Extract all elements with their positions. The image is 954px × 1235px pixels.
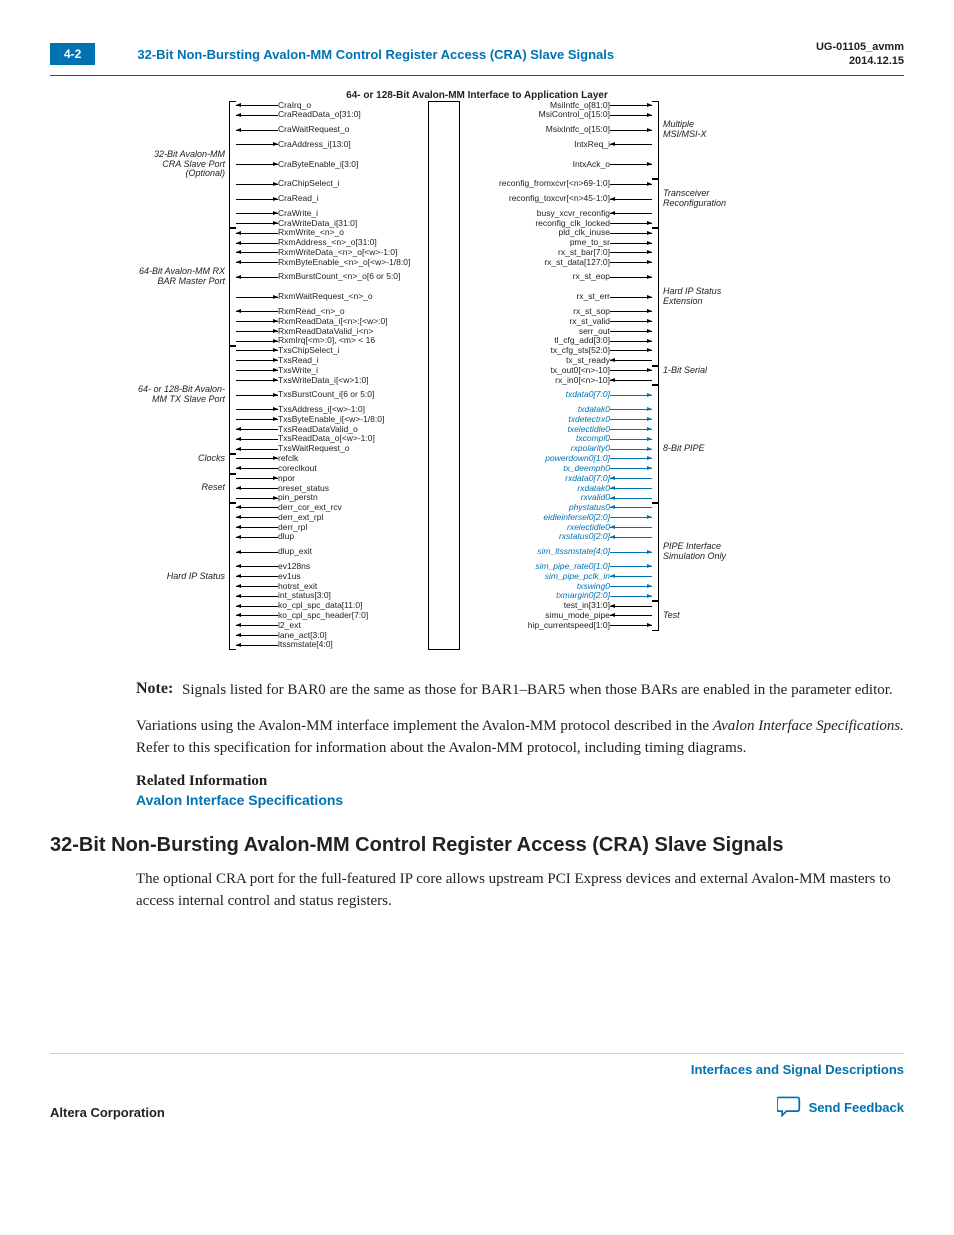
diagram-left-label: 64- or 128-Bit Avalon-MM TX Slave Port	[137, 385, 229, 405]
diagram-signal: CraWaitRequest_o	[278, 125, 428, 135]
diagram-signal: rx_in0[<n>-10]	[460, 376, 610, 386]
diagram-right-label: Multiple MSI/MSI-X	[659, 120, 733, 140]
diagram-signal: sim_ltssmstate[4:0]	[460, 547, 610, 557]
header-meta: UG-01105_avmm 2014.12.15	[816, 40, 904, 69]
diagram-signal: reconfig_fromxcvr[<n>69-1:0]	[460, 179, 610, 189]
diagram-left-label: 64-Bit Avalon-MM RX BAR Master Port	[137, 267, 229, 287]
diagram-right-label: 8-Bit PIPE	[659, 444, 733, 454]
diagram-signal: RxmWaitRequest_<n>_o	[278, 292, 428, 302]
diagram-right-label: PIPE Interface Simulation Only	[659, 542, 733, 562]
note-label: Note:	[136, 680, 182, 702]
paragraph-1: Variations using the Avalon-MM interface…	[136, 716, 904, 760]
diagram-signal: dlup	[278, 532, 428, 542]
header-title: 32-Bit Non-Bursting Avalon-MM Control Re…	[137, 47, 816, 62]
diagram-left-label: 32-Bit Avalon-MM CRA Slave Port (Optiona…	[137, 150, 229, 180]
para1-italic: Avalon Interface Specifications.	[713, 718, 904, 734]
page-footer: Altera Corporation Interfaces and Signal…	[50, 1053, 904, 1120]
feedback-label: Send Feedback	[809, 1100, 904, 1115]
diagram-right-label: Test	[659, 611, 733, 621]
diagram-signal: TxsWaitRequest_o	[278, 444, 428, 454]
diagram-signal: rxstatus0[2:0]	[460, 532, 610, 542]
diagram-left-label: Hard IP Status	[137, 572, 229, 582]
diagram-left-label: Clocks	[137, 454, 229, 464]
diagram-signal: dlup_exit	[278, 547, 428, 557]
diagram-signal: CraByteEnable_i[3:0]	[278, 160, 428, 170]
diagram-signal: rx_st_eop	[460, 272, 610, 282]
diagram-signal: rx_st_data[127:0]	[460, 258, 610, 268]
diagram-signal: TxsWriteData_i[<w>1:0]	[278, 376, 428, 386]
diagram-signal: RxmByteEnable_<n>_o[<w>-1/8:0]	[278, 258, 428, 268]
para1-b: Refer to this specification for informat…	[136, 740, 746, 756]
footer-company: Altera Corporation	[50, 1105, 165, 1120]
diagram-right-label: Hard IP Status Extension	[659, 287, 733, 307]
diagram-signal: derr_rpl	[278, 523, 428, 533]
page-header: 4-2 32-Bit Non-Bursting Avalon-MM Contro…	[50, 40, 904, 76]
diagram-signal: TxsBurstCount_i[6 or 5:0]	[278, 390, 428, 400]
diagram-signal: txdata0[7:0]	[460, 390, 610, 400]
diagram-signal: hip_currentspeed[1:0]	[460, 621, 610, 631]
diagram-right-label: 1-Bit Serial	[659, 366, 733, 376]
diagram-signal: npor	[278, 474, 428, 484]
diagram-right-label: Transceiver Reconfiguration	[659, 189, 733, 209]
diagram-signal: CraChipSelect_i	[278, 179, 428, 189]
diagram-signal: coreclkout	[278, 464, 428, 474]
paragraph-2: The optional CRA port for the full-featu…	[136, 869, 904, 913]
section-heading: 32-Bit Non-Bursting Avalon-MM Control Re…	[50, 834, 904, 857]
diagram-signal: rxdata0[7:0]	[460, 474, 610, 484]
diagram-signal: ltssmstate[4:0]	[278, 640, 428, 650]
signal-diagram: 64- or 128-Bit Avalon-MM Interface to Ap…	[137, 90, 817, 651]
related-info-link[interactable]: Avalon Interface Specifications	[136, 792, 904, 808]
page-number-badge: 4-2	[50, 43, 95, 65]
para1-a: Variations using the Avalon-MM interface…	[136, 718, 713, 734]
related-info-heading: Related Information	[136, 773, 904, 790]
diagram-signal: RxmBurstCount_<n>_o[6 or 5:0]	[278, 272, 428, 282]
diagram-signal: IntxAck_o	[460, 160, 610, 170]
note-text: Signals listed for BAR0 are the same as …	[182, 680, 893, 702]
diagram-signal: CraAddress_i[13:0]	[278, 140, 428, 150]
diagram-title: 64- or 128-Bit Avalon-MM Interface to Ap…	[137, 90, 817, 101]
diagram-signal: MsixIntfc_o[15:0]	[460, 125, 610, 135]
send-feedback-link[interactable]: Send Feedback	[691, 1095, 904, 1120]
diagram-signal: tx_out0[<n>-10]	[460, 366, 610, 376]
diagram-signal: rx_st_err	[460, 292, 610, 302]
doc-date: 2014.12.15	[816, 54, 904, 68]
diagram-signal: IntxReq_i	[460, 140, 610, 150]
diagram-signal: MsiControl_o[15:0]	[460, 110, 610, 120]
diagram-signal: CraReadData_o[31:0]	[278, 110, 428, 120]
note-block: Note: Signals listed for BAR0 are the sa…	[136, 680, 904, 702]
diagram-left-label: Reset	[137, 483, 229, 493]
diagram-signal: reconfig_toxcvr[<n>45-1:0]	[460, 194, 610, 204]
footer-chapter-link[interactable]: Interfaces and Signal Descriptions	[691, 1062, 904, 1077]
diagram-signal: TxsWrite_i	[278, 366, 428, 376]
feedback-icon	[777, 1095, 801, 1120]
doc-id: UG-01105_avmm	[816, 40, 904, 54]
diagram-signal: CraRead_i	[278, 194, 428, 204]
